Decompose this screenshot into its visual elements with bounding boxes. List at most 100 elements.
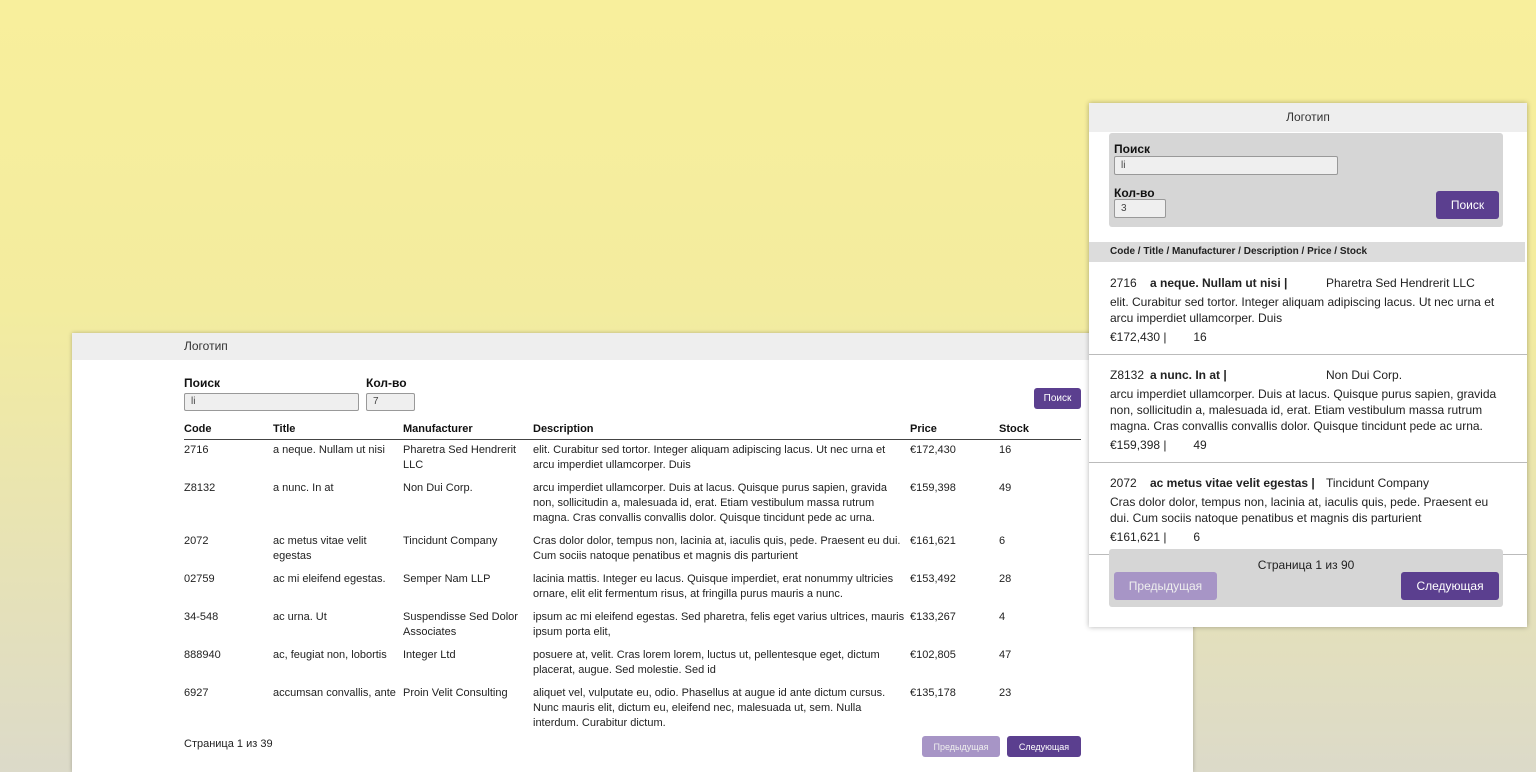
cell-description: ipsum ac mi eleifend egestas. Sed pharet…: [533, 611, 905, 638]
table-row[interactable]: Z8132 a nunc. In at Non Dui Corp. arcu i…: [184, 478, 1081, 531]
search-label: Поиск: [184, 376, 221, 390]
list-item[interactable]: 2716 a neque. Nullam ut nisi | Pharetra …: [1089, 263, 1527, 355]
cell-title: ac mi eleifend egestas.: [273, 573, 386, 585]
count-label: Кол-во: [1114, 186, 1155, 200]
cell-price: €172,430: [910, 444, 956, 456]
table-row[interactable]: 2072 ac metus vitae velit egestas Tincid…: [184, 531, 1081, 569]
cell-code: 2716: [184, 444, 209, 456]
cell-stock: 16: [999, 444, 1012, 456]
search-label: Поиск: [1114, 142, 1151, 156]
table-header-row: Code Title Manufacturer Description Pric…: [184, 420, 1081, 440]
cell-title: ac metus vitae velit egestas: [273, 535, 367, 562]
columns-header: Code / Title / Manufacturer / Descriptio…: [1089, 242, 1525, 262]
item-code: 2716: [1110, 276, 1137, 290]
item-stock: 6: [1193, 530, 1201, 544]
cell-title: ac, feugiat non, lobortis: [273, 649, 387, 661]
cell-price: €135,178: [910, 687, 956, 699]
cell-code: 34-548: [184, 611, 219, 623]
cell-description: Cras dolor dolor, tempus non, lacinia at…: [533, 535, 901, 562]
count-label: Кол-во: [366, 376, 407, 390]
cell-manufacturer: Proin Velit Consulting: [403, 687, 508, 699]
cell-code: 888940: [184, 649, 221, 661]
cell-description: lacinia mattis. Integer eu lacus. Quisqu…: [533, 573, 894, 600]
desktop-pagination: Страница 1 из 39 Предыдущая Следующая: [184, 736, 1081, 758]
item-code: 2072: [1110, 476, 1137, 490]
column-header[interactable]: Description: [533, 420, 910, 440]
item-manufacturer: Non Dui Corp.: [1326, 368, 1403, 382]
cell-manufacturer: Pharetra Sed Hendrerit LLC: [403, 444, 517, 471]
cell-stock: 6: [999, 535, 1006, 547]
prev-page-button[interactable]: Предыдущая: [922, 736, 1000, 757]
cell-manufacturer: Tincidunt Company: [403, 535, 498, 547]
search-input[interactable]: [1114, 156, 1338, 175]
item-stock: 49: [1193, 438, 1207, 452]
table-row[interactable]: 2716 a neque. Nullam ut nisi Pharetra Se…: [184, 440, 1081, 479]
cell-stock: 47: [999, 649, 1012, 661]
count-input[interactable]: [1114, 199, 1166, 218]
next-page-button[interactable]: Следующая: [1007, 736, 1081, 757]
cell-title: ac urna. Ut: [273, 611, 327, 623]
cell-manufacturer: Semper Nam LLP: [403, 573, 491, 585]
column-header[interactable]: Title: [273, 420, 403, 440]
page-info: Страница 1 из 39: [184, 738, 273, 750]
cell-code: 02759: [184, 573, 215, 585]
search-input[interactable]: [184, 392, 359, 411]
item-title: ac metus vitae velit egestas |: [1150, 476, 1315, 490]
desktop-header: Логотип: [72, 333, 1193, 360]
column-header[interactable]: Stock: [999, 420, 1081, 440]
search-button[interactable]: Поиск: [1034, 388, 1081, 409]
mobile-window: Логотип Поиск Кол-во Поиск Code / Title …: [1089, 103, 1527, 627]
mobile-header: Логотип: [1089, 103, 1527, 132]
cell-price: €102,805: [910, 649, 956, 661]
logo: Логотип: [1286, 110, 1330, 124]
item-manufacturer: Tincidunt Company: [1326, 476, 1429, 490]
cell-title: a nunc. In at: [273, 482, 334, 494]
cell-title: accumsan convallis, ante: [273, 687, 396, 699]
cell-code: Z8132: [184, 482, 216, 494]
item-code: Z8132: [1110, 368, 1145, 382]
products-table: Code Title Manufacturer Description Pric…: [184, 420, 1081, 736]
cell-price: €153,492: [910, 573, 956, 585]
cell-manufacturer: Non Dui Corp.: [403, 482, 473, 494]
cell-description: arcu imperdiet ullamcorper. Duis at lacu…: [533, 482, 888, 524]
cell-stock: 28: [999, 573, 1012, 585]
mobile-pagination: Страница 1 из 90 Предыдущая Следующая: [1109, 549, 1503, 607]
item-description: arcu imperdiet ullamcorper. Duis at lacu…: [1110, 387, 1497, 433]
item-title: a neque. Nullam ut nisi |: [1150, 276, 1288, 290]
cell-stock: 4: [999, 611, 1006, 623]
item-price: €159,398 |: [1110, 438, 1167, 452]
table-row[interactable]: 02759 ac mi eleifend egestas. Semper Nam…: [184, 569, 1081, 607]
item-title: a nunc. In at |: [1150, 368, 1227, 382]
table-row[interactable]: 888940 ac, feugiat non, lobortis Integer…: [184, 645, 1081, 683]
list-item[interactable]: 2072 ac metus vitae velit egestas | Tinc…: [1089, 463, 1527, 555]
search-group: Поиск: [184, 377, 359, 411]
cell-price: €161,621: [910, 535, 956, 547]
table-row[interactable]: 6927 accumsan convallis, ante Proin Veli…: [184, 683, 1081, 736]
prev-page-button[interactable]: Предыдущая: [1114, 572, 1217, 600]
count-input[interactable]: [366, 392, 415, 411]
item-price: €161,621 |: [1110, 530, 1167, 544]
item-description: elit. Curabitur sed tortor. Integer aliq…: [1110, 295, 1495, 325]
cell-description: elit. Curabitur sed tortor. Integer aliq…: [533, 444, 886, 471]
cell-description: posuere at, velit. Cras lorem lorem, luc…: [533, 649, 880, 676]
item-price: €172,430 |: [1110, 330, 1167, 344]
desktop-window: Логотип Поиск Кол-во Поиск Code Title Ma…: [72, 333, 1193, 772]
search-button[interactable]: Поиск: [1436, 191, 1499, 219]
item-manufacturer: Pharetra Sed Hendrerit LLC: [1326, 276, 1475, 290]
next-page-button[interactable]: Следующая: [1401, 572, 1499, 600]
item-stock: 16: [1193, 330, 1207, 344]
page-info: Страница 1 из 90: [1257, 558, 1355, 572]
list-item[interactable]: Z8132 a nunc. In at | Non Dui Corp. arcu…: [1089, 355, 1527, 463]
cell-manufacturer: Integer Ltd: [403, 649, 456, 661]
product-list: 2716 a neque. Nullam ut nisi | Pharetra …: [1089, 263, 1527, 555]
item-description: Cras dolor dolor, tempus non, lacinia at…: [1110, 495, 1489, 525]
column-header[interactable]: Code: [184, 420, 273, 440]
desktop-search-form: Поиск Кол-во Поиск: [184, 377, 1081, 411]
table-row[interactable]: 34-548 ac urna. Ut Suspendisse Sed Dolor…: [184, 607, 1081, 645]
cell-manufacturer: Suspendisse Sed Dolor Associates: [403, 611, 518, 638]
cell-code: 6927: [184, 687, 209, 699]
cell-price: €159,398: [910, 482, 956, 494]
column-header[interactable]: Manufacturer: [403, 420, 533, 440]
column-header[interactable]: Price: [910, 420, 999, 440]
count-group: Кол-во: [366, 377, 415, 411]
